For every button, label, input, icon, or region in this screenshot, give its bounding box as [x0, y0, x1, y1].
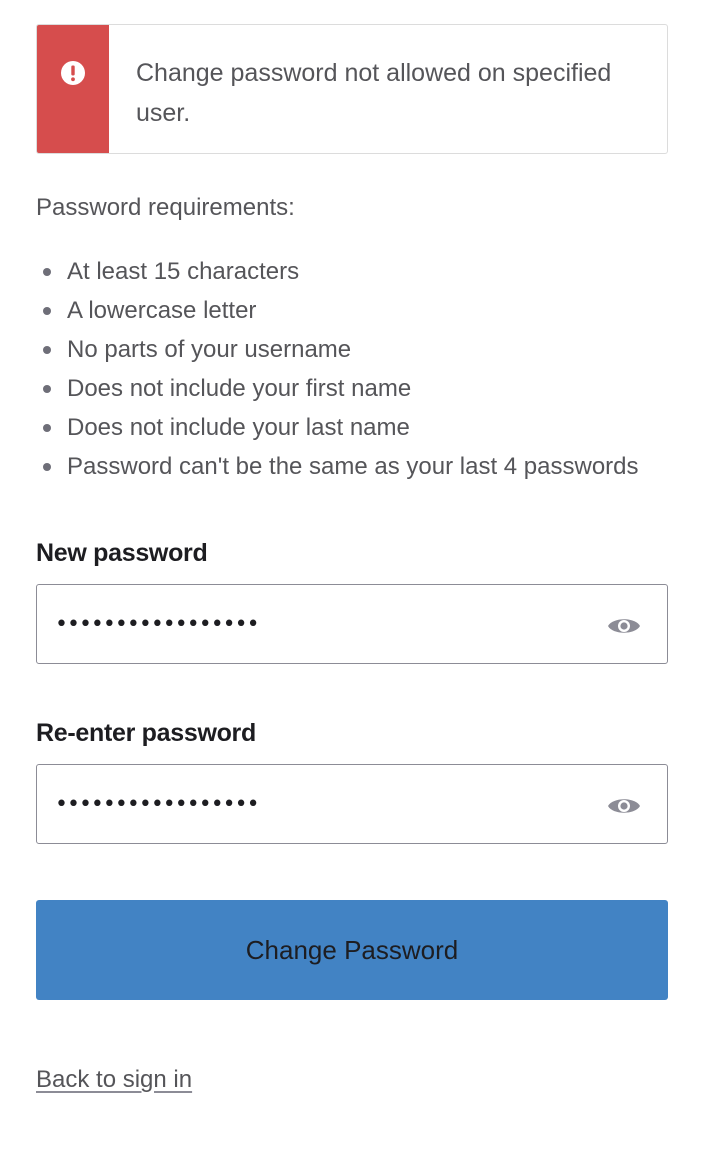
change-password-form-container: Change password not allowed on specified… [36, 24, 668, 1094]
reenter-password-input[interactable] [37, 765, 597, 843]
new-password-label: New password [36, 539, 208, 567]
requirement-item: At least 15 characters [36, 252, 668, 291]
requirement-item: Password can't be the same as your last … [36, 447, 668, 486]
reenter-password-label: Re-enter password [36, 719, 256, 747]
new-password-field-wrapper [36, 584, 668, 664]
change-password-button[interactable]: Change Password [36, 900, 668, 1000]
eye-icon[interactable] [607, 615, 641, 637]
eye-icon[interactable] [607, 795, 641, 817]
requirement-item: Does not include your first name [36, 369, 668, 408]
requirements-list: At least 15 characters A lowercase lette… [36, 252, 668, 486]
reenter-password-field-wrapper [36, 764, 668, 844]
error-alert: Change password not allowed on specified… [36, 24, 668, 154]
error-icon [61, 61, 85, 85]
requirement-item: No parts of your username [36, 330, 668, 369]
new-password-input[interactable] [37, 585, 597, 663]
requirement-item: A lowercase letter [36, 291, 668, 330]
error-alert-bar [37, 25, 109, 153]
requirements-title: Password requirements: [36, 194, 295, 221]
requirement-item: Does not include your last name [36, 408, 668, 447]
error-alert-message: Change password not allowed on specified… [136, 59, 612, 127]
back-to-sign-in-link[interactable]: Back to sign in [36, 1066, 192, 1094]
